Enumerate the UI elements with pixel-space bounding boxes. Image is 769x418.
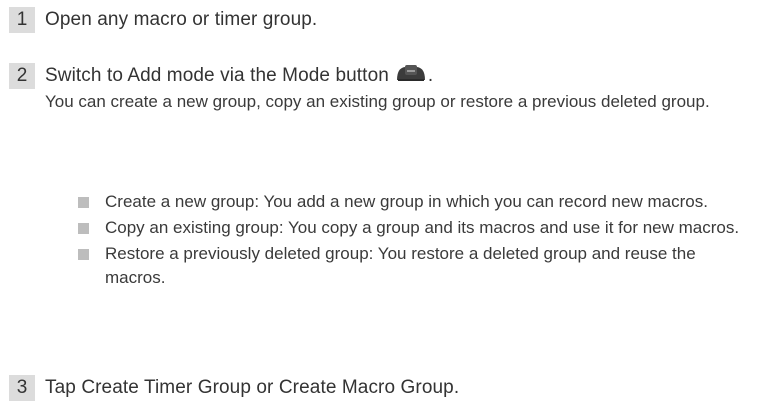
step-1: 1 Open any macro or timer group. [9,6,769,34]
bullet-square-icon [78,249,89,260]
step-number: 1 [9,7,35,33]
step-text: Switch to Add mode via the Mode button. [45,64,433,88]
bullet-list: Create a new group: You add a new group … [78,190,758,292]
step-text: Open any macro or timer group. [45,9,318,30]
step-text-main: Switch to Add mode via the Mode button [45,65,389,87]
list-item: Restore a previously deleted group: You … [78,242,758,290]
step-text: Tap Create Timer Group or Create Macro G… [45,377,460,398]
step-2: 2 Switch to Add mode via the Mode button… [9,62,769,114]
step-text-period: . [427,65,434,87]
bullet-square-icon [78,197,89,208]
bullet-text: Create a new group: You add a new group … [105,192,708,211]
list-item: Copy an existing group: You copy a group… [78,216,758,240]
step-description: You can create a new group, copy an exis… [45,92,710,111]
bullet-text: Copy an existing group: You copy a group… [105,218,740,237]
bullet-text: Restore a previously deleted group: You … [105,244,696,287]
step-number: 3 [9,375,35,401]
step-3: 3 Tap Create Timer Group or Create Macro… [9,374,769,402]
mode-button-icon [395,64,427,88]
step-number: 2 [9,63,35,89]
bullet-square-icon [78,223,89,234]
list-item: Create a new group: You add a new group … [78,190,758,214]
